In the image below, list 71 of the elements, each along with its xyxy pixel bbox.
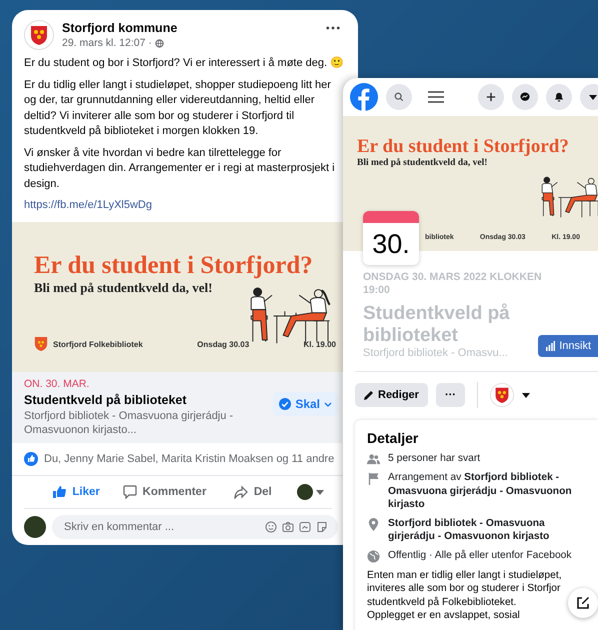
app-logo-icon[interactable] (350, 83, 378, 111)
emoji-icon[interactable] (265, 521, 277, 533)
event-title: Studentkveld på biblioteket (363, 303, 511, 347)
description-line: studentkveld på Folkebiblioteket. (367, 596, 516, 609)
share-arrow-icon (234, 485, 248, 499)
more-options-icon[interactable] (326, 26, 340, 30)
day-number: 30. (371, 229, 411, 260)
reactions-summary[interactable]: Du, Jenny Marie Sabel, Marita Kristin Moaksen og 11 andre (44, 453, 334, 465)
search-icon[interactable] (386, 84, 412, 110)
avatar-circle[interactable] (296, 484, 313, 500)
banner-date: Onsdag 30.03 (197, 340, 250, 348)
people-icon (367, 453, 380, 466)
detail-text: 5 personer har svart (388, 452, 480, 466)
more-button[interactable]: ··· (436, 383, 465, 407)
detail-text: Arrangement av Storfjord bibliotek - Omasvuona girjerádju - Omasvuonon kirjasto (388, 471, 573, 512)
messenger-icon[interactable] (512, 84, 538, 110)
banner-headline: Er du student i Storfjord? (357, 136, 570, 158)
banner-organizer: Storfjord Folkebibliotek (53, 340, 143, 348)
comment-button[interactable]: Kommenter (120, 478, 209, 506)
avatar-circle (24, 516, 46, 538)
post-paragraph: Vi ønsker å vite hvordan vi bedre kan tilrettelegge for studiehverdagen din. Arrangementer er i regi at masterprosjekt i design. (24, 146, 336, 192)
comment-input[interactable]: Skriv en kommentar ... (62, 520, 260, 534)
pencil-icon (364, 390, 374, 400)
globe-icon (367, 550, 380, 562)
shield-logo-icon[interactable] (490, 383, 514, 407)
shield-logo-icon (24, 20, 54, 50)
going-button[interactable]: Skal (273, 392, 338, 416)
author-name[interactable]: Storfjord kommune (62, 21, 318, 35)
like-badge-icon (24, 452, 38, 466)
bell-icon[interactable] (546, 84, 572, 110)
description-line: Opplegget er en avslappet, sosial (367, 609, 520, 622)
comment-field[interactable]: Skriv en kommentar ... (52, 515, 338, 539)
event-date: ON. 30. MAR. (24, 378, 90, 390)
event-info-panel[interactable]: ON. 30. MAR. Studentkveld på biblioteket Storfjord bibliotek - Omasvuona girjerádju - Omasvuonon kirjasto... Skal (12, 372, 342, 443)
insights-button[interactable]: Innsikt (538, 335, 598, 357)
post-time: 29. mars kl. 12:07 · (62, 37, 152, 49)
description-line: inviteres alle som bor og studerer i Storfjor (367, 582, 560, 596)
banner-headline: Er du student i Storfjord? (34, 252, 314, 280)
detail-text: Offentlig · Alle på eller utenfor Facebook (388, 548, 572, 562)
globe-icon (154, 38, 164, 48)
caret-icon[interactable] (522, 392, 530, 398)
post-paragraph: Er du tidlig eller langt i studieløpet, shopper studiepoeng litt her og der, tar grunnutdanning eller videreutdanning, heltid eller deltid? Vi inviterer alle som bor og studerer i Storfjord til studentkveld på biblioteket i morgen klokken 19. (24, 78, 332, 139)
camera-icon[interactable] (282, 521, 294, 533)
event-link[interactable]: https://fb.me/e/1LyXl5wDg (24, 199, 152, 211)
flag-icon (367, 472, 380, 485)
like-button[interactable]: Liker (32, 478, 120, 506)
event-datetime: ONSDAG 30. MARS 2022 KLOKKEN 19:00 (363, 271, 543, 297)
compose-icon (576, 596, 590, 610)
description-line: Enten man er tidlig eller langt i studieløpet, (367, 568, 562, 582)
thumbs-up-icon (52, 485, 66, 499)
bar-chart-icon (545, 341, 556, 351)
details-heading: Detaljer (367, 430, 420, 446)
menu-icon[interactable] (428, 91, 444, 103)
banner-subheadline: Bli med på studentkveld da, vel! (34, 280, 214, 296)
calendar-top-band (363, 211, 419, 223)
check-circle-icon (279, 398, 292, 410)
plus-icon[interactable] (478, 84, 504, 110)
event-title: Studentkveld på biblioteket (24, 393, 188, 407)
banner-subheadline: Bli med på studentkveld da, vel! (357, 158, 488, 168)
speech-bubble-icon (122, 485, 137, 499)
event-venue: Storfjord bibliotek - Omasvuona girjerádju - Omasvuonon kirjasto... (24, 409, 234, 437)
detail-text: Storfjord bibliotek - Omasvuona girjerádju - Omasvuonon kirjasto (388, 516, 550, 544)
caret-icon (324, 402, 332, 406)
edit-button[interactable]: Rediger (355, 383, 428, 407)
banner-time: Kl. 19.00 (304, 340, 336, 348)
post-paragraph: Er du student og bor i Storfjord? Vi er interessert i å møte deg. 🙂 (24, 56, 346, 71)
sticker-icon[interactable] (316, 521, 328, 533)
location-pin-icon (367, 518, 380, 530)
event-venue: Storfjord bibliotek - Omasvu... (363, 347, 508, 359)
share-button[interactable]: Del (208, 478, 297, 506)
shield-logo-icon (34, 336, 48, 352)
